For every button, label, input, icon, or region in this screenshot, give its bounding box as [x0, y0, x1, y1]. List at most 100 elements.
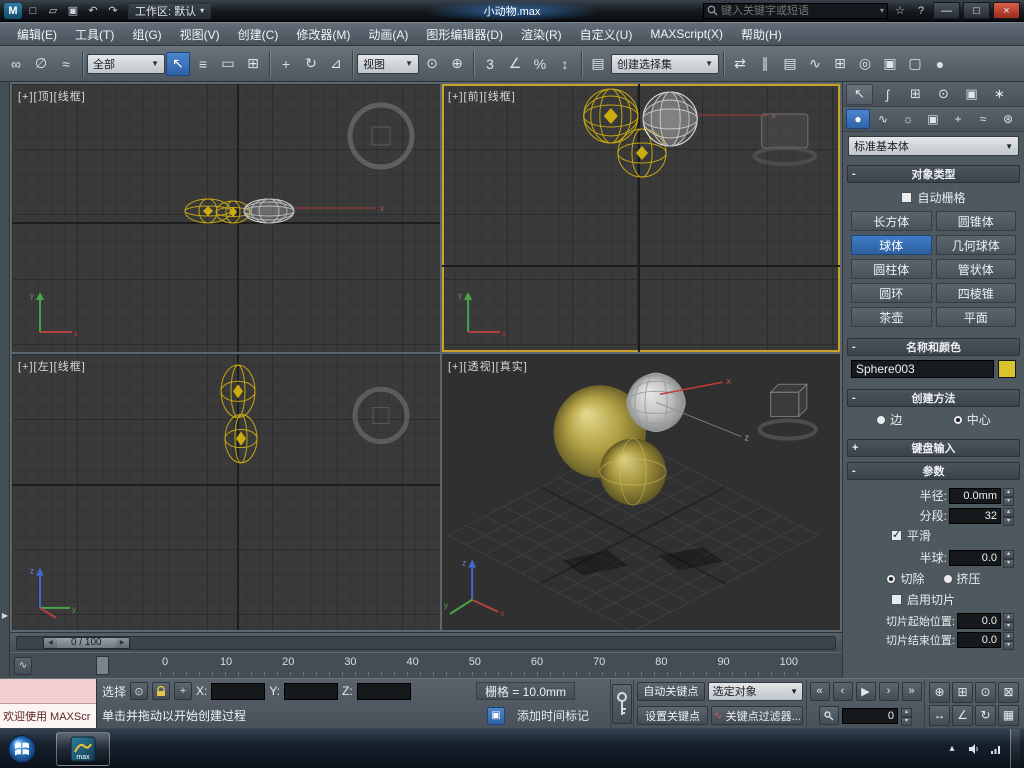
previous-frame-icon[interactable]: ◀: [44, 637, 57, 648]
menu-views[interactable]: 视图(V): [171, 23, 229, 46]
absolute-mode-icon[interactable]: +: [174, 682, 193, 701]
maxscript-mini-listener[interactable]: 欢迎使用 MAXScr: [0, 679, 97, 728]
new-scene-icon[interactable]: □: [24, 3, 42, 19]
isolate-selection-icon[interactable]: ⊙: [130, 682, 149, 701]
rollout-keyboard-entry-header[interactable]: + 键盘输入: [847, 439, 1020, 457]
previous-frame-icon[interactable]: ‹: [832, 681, 853, 701]
listener-line[interactable]: 欢迎使用 MAXScr: [0, 704, 96, 728]
tab-motion-icon[interactable]: ⊙: [930, 84, 957, 105]
select-and-link-icon[interactable]: ∞: [4, 52, 28, 76]
tab-utilities-icon[interactable]: ∗: [986, 84, 1013, 105]
menu-animation[interactable]: 动画(A): [359, 23, 417, 46]
slice-to-spinner[interactable]: ▴ ▾: [1003, 632, 1014, 650]
zoom-region-icon[interactable]: ⊠: [998, 681, 1019, 703]
track-bar[interactable]: ∿ 0 10 20 30 40 50 60 70 80 90 100: [10, 652, 842, 678]
material-editor-icon[interactable]: ◎: [853, 52, 877, 76]
time-slider-thumb[interactable]: ◀ 0 / 100 ▶: [43, 636, 130, 649]
button-cylinder[interactable]: 圆柱体: [851, 259, 932, 279]
menu-help[interactable]: 帮助(H): [732, 23, 791, 46]
radio-squash[interactable]: 挤压: [942, 570, 981, 587]
viewport-perspective[interactable]: [+][透视][真实] x z z x y: [442, 354, 840, 630]
orbit-icon[interactable]: ↻: [975, 704, 996, 726]
zoom-all-icon[interactable]: ⊞: [952, 681, 973, 703]
named-selection-sets-icon[interactable]: ▤: [586, 52, 610, 76]
menu-rendering[interactable]: 渲染(R): [512, 23, 571, 46]
add-time-tag[interactable]: 添加时间标记: [509, 707, 597, 725]
select-and-rotate-icon[interactable]: ↻: [299, 52, 323, 76]
angle-snap-icon[interactable]: ∠: [503, 52, 527, 76]
next-frame-icon[interactable]: ▶: [115, 637, 129, 648]
percent-snap-icon[interactable]: %: [528, 52, 552, 76]
window-crossing-icon[interactable]: ⊞: [241, 52, 265, 76]
radio-chop[interactable]: 切除: [886, 570, 925, 587]
viewport-front[interactable]: [+][前][线框] y x: [442, 84, 840, 352]
ghost-cube-helper[interactable]: [757, 383, 818, 441]
key-mode-toggle-icon[interactable]: [819, 706, 839, 726]
current-frame-marker[interactable]: [96, 656, 109, 675]
menu-tools[interactable]: 工具(T): [66, 23, 123, 46]
category-spacewarps-icon[interactable]: ≈: [971, 109, 995, 129]
viewport-top[interactable]: [+][顶][线框] x y x: [12, 84, 440, 352]
select-and-manipulate-icon[interactable]: ⊕: [445, 52, 469, 76]
help-icon[interactable]: ?: [912, 3, 930, 19]
play-animation-icon[interactable]: ▶: [855, 681, 876, 701]
viewport-perspective-canvas[interactable]: x z z x y: [442, 354, 840, 630]
menu-maxscript[interactable]: MAXScript(X): [641, 24, 732, 44]
button-sphere[interactable]: 球体: [851, 235, 932, 255]
go-to-start-icon[interactable]: «: [809, 681, 830, 701]
spinner-snap-icon[interactable]: ↕: [553, 52, 577, 76]
use-pivot-center-icon[interactable]: ⊙: [420, 52, 444, 76]
go-to-end-icon[interactable]: »: [901, 681, 922, 701]
autogrid-checkbox[interactable]: 自动栅格: [851, 189, 1016, 206]
select-and-move-icon[interactable]: +: [274, 52, 298, 76]
category-cameras-icon[interactable]: ▣: [921, 109, 945, 129]
rollout-parameters-header[interactable]: - 参数: [847, 462, 1020, 480]
select-and-scale-icon[interactable]: ⊿: [324, 52, 348, 76]
button-geosphere[interactable]: 几何球体: [935, 235, 1016, 255]
zoom-extents-icon[interactable]: ⊙: [975, 681, 996, 703]
yellow-sphere-shaded-small[interactable]: [599, 438, 667, 506]
viewport-left[interactable]: [+][左][线框] z y: [12, 354, 440, 630]
favorites-icon[interactable]: ☆: [891, 3, 909, 19]
viewport-top-label[interactable]: [+][顶][线框]: [18, 88, 86, 104]
hemisphere-input[interactable]: 0.0: [949, 549, 1001, 566]
progressive-display-icon[interactable]: ▣: [486, 706, 505, 725]
select-object-icon[interactable]: ↖: [166, 51, 190, 76]
button-torus[interactable]: 圆环: [851, 283, 932, 303]
select-by-name-icon[interactable]: ≡: [191, 52, 215, 76]
zoom-icon[interactable]: ⊕: [929, 681, 950, 703]
y-coordinate-input[interactable]: [284, 682, 339, 700]
mini-curve-editor-icon[interactable]: ∿: [14, 656, 32, 675]
viewport-left-label[interactable]: [+][左][线框]: [18, 358, 86, 374]
radio-center[interactable]: 中心: [952, 411, 991, 428]
current-frame-input[interactable]: 0: [842, 707, 898, 724]
open-file-icon[interactable]: ▱: [44, 3, 62, 19]
maximize-viewport-icon[interactable]: ▦: [998, 704, 1019, 726]
tab-display-icon[interactable]: ▣: [958, 84, 985, 105]
set-key-button[interactable]: 设置关键点: [637, 706, 709, 726]
curve-editor-icon[interactable]: ∿: [803, 52, 827, 76]
segments-spinner[interactable]: ▴ ▾: [1003, 507, 1014, 526]
menu-graph-editors[interactable]: 图形编辑器(D): [417, 23, 512, 46]
white-sphere-wireframe[interactable]: [243, 198, 295, 224]
viewport-front-label[interactable]: [+][前][线框]: [448, 88, 516, 104]
viewport-top-canvas[interactable]: x y x: [12, 84, 440, 352]
rollout-name-color-header[interactable]: - 名称和颜色: [847, 338, 1020, 356]
unlink-selection-icon[interactable]: ∅: [29, 52, 53, 76]
object-color-swatch[interactable]: [998, 360, 1016, 378]
category-lights-icon[interactable]: ☼: [896, 109, 920, 129]
macro-recorder-line[interactable]: [0, 679, 96, 704]
rendered-frame-window-icon[interactable]: ▢: [903, 52, 927, 76]
viewport-perspective-label[interactable]: [+][透视][真实]: [448, 358, 528, 374]
rectangular-selection-icon[interactable]: ▭: [216, 52, 240, 76]
network-icon[interactable]: [988, 741, 1004, 757]
menu-customize[interactable]: 自定义(U): [571, 23, 642, 46]
flyout-arrow-icon[interactable]: ▶: [0, 611, 10, 620]
schematic-view-icon[interactable]: ⊞: [828, 52, 852, 76]
maximize-button[interactable]: □: [963, 2, 990, 19]
mirror-icon[interactable]: ⇄: [728, 52, 752, 76]
smooth-checkbox[interactable]: 平滑: [891, 527, 1016, 544]
app-logo-icon[interactable]: M: [4, 2, 22, 19]
hemisphere-spinner[interactable]: ▴ ▾: [1003, 549, 1014, 568]
search-dropdown-icon[interactable]: ▾: [880, 6, 884, 15]
